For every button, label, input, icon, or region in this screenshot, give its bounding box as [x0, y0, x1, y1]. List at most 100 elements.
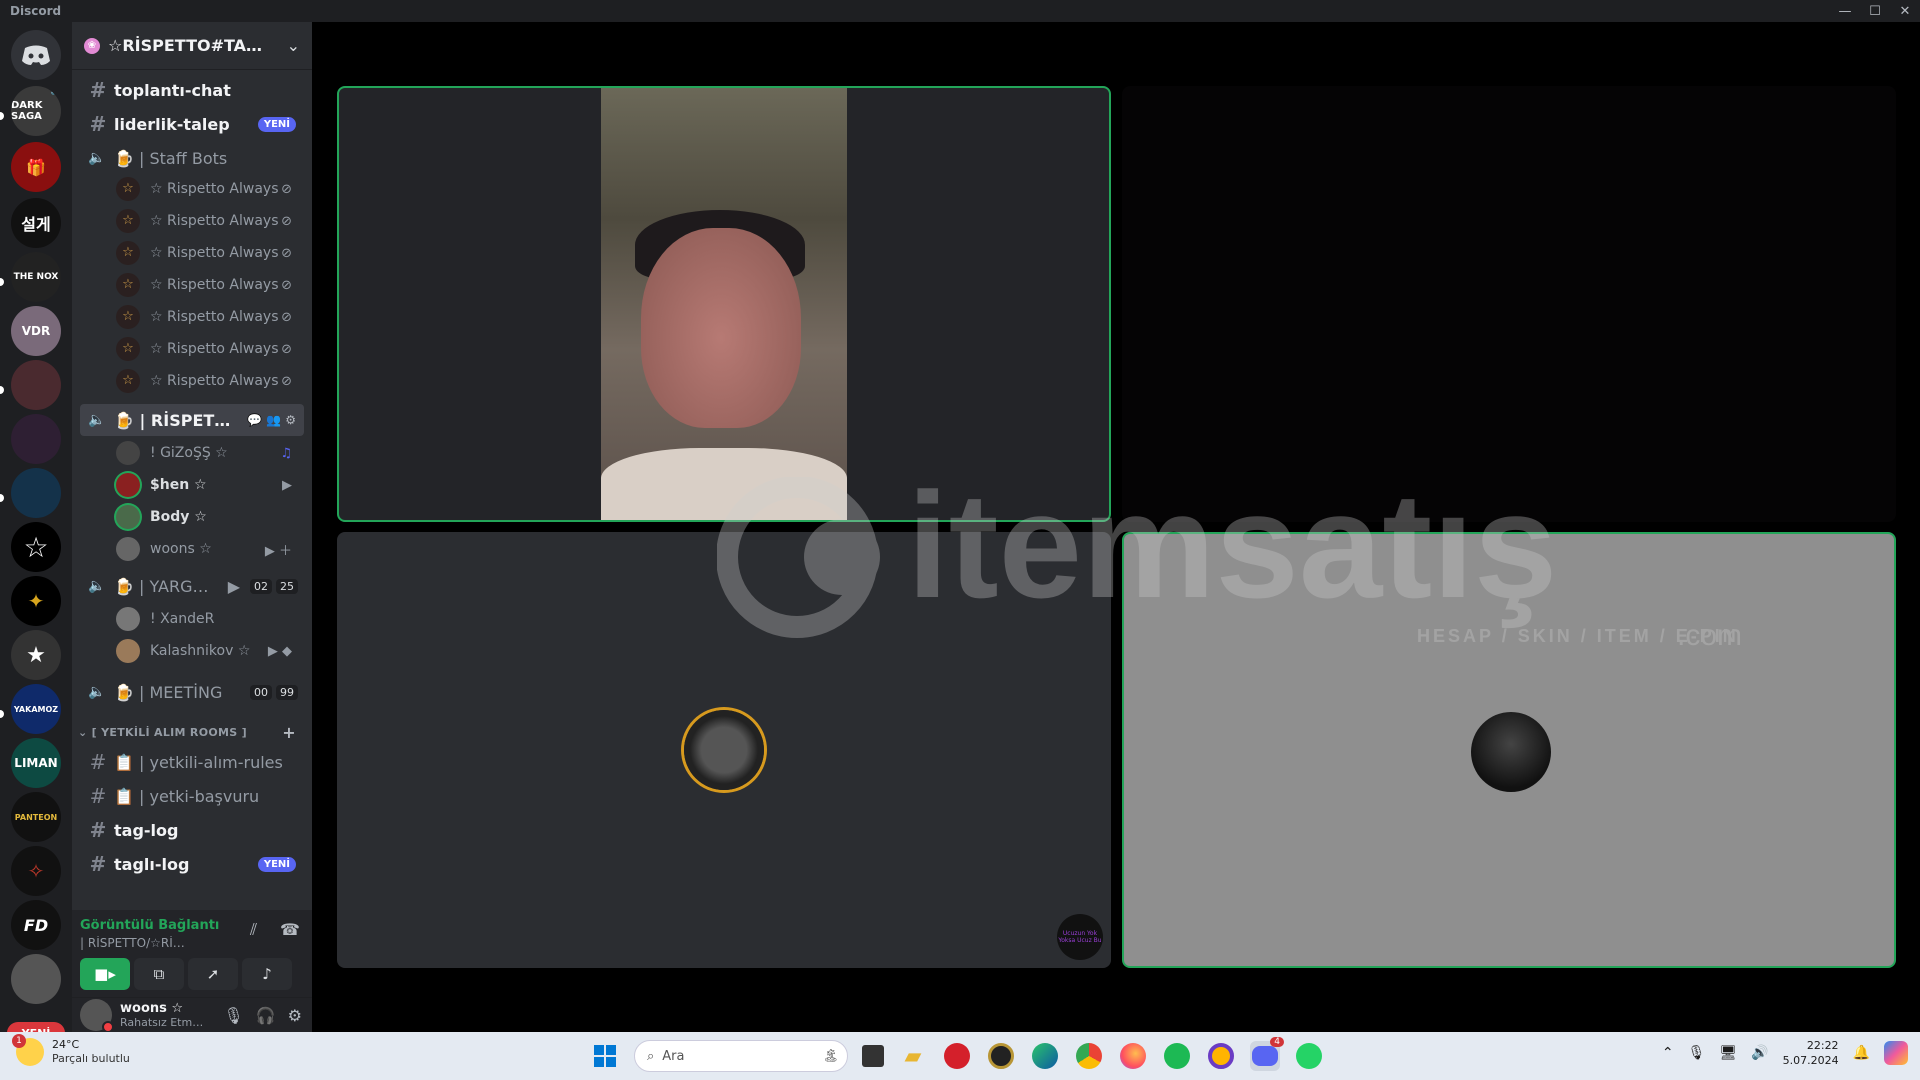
whatsapp-icon[interactable]	[1294, 1041, 1324, 1071]
microphone-icon[interactable]: 🎙	[223, 1006, 243, 1025]
server-header[interactable]: ❀ ☆RİSPETTO#TA… ⌄	[72, 22, 312, 70]
taskbar-search[interactable]: ⌕ Ara 🏝	[634, 1040, 848, 1072]
soundboard-button[interactable]: ♪	[242, 958, 292, 990]
headphones-icon[interactable]: 🎧	[256, 1006, 276, 1025]
start-button[interactable]	[590, 1041, 620, 1071]
voice-user-kalashnikov[interactable]: Kalashnikov ☆ ▶ ◆	[116, 636, 304, 666]
star-avatar-icon: ☆	[116, 369, 140, 393]
channel-liderlik-talep[interactable]: # liderlik-talep YENİ	[80, 108, 304, 140]
user-avatar[interactable]	[80, 999, 114, 1033]
server-icon-panteon[interactable]: PANTEON	[11, 792, 61, 842]
notification-bell-icon[interactable]: 🔔	[1853, 1045, 1870, 1061]
chrome-icon[interactable]	[1074, 1041, 1104, 1071]
voice-user-bot[interactable]: ☆ ☆ Rispetto Always ⊘	[116, 366, 304, 396]
server-icon-the-nox[interactable]: THE NOX	[11, 252, 61, 302]
server-icon-bottom[interactable]	[11, 954, 61, 1004]
server-icon-fd[interactable]: FD	[11, 900, 61, 950]
app-orange-icon[interactable]	[1206, 1041, 1236, 1071]
server-icon-purple[interactable]	[11, 414, 61, 464]
video-tile-camera[interactable]	[337, 86, 1111, 522]
network-icon[interactable]: 🖥	[1719, 1045, 1737, 1061]
server-icon-blue-ring[interactable]	[11, 468, 61, 518]
channel-label: | RİSPET…	[139, 410, 231, 430]
add-channel-icon[interactable]: +	[282, 723, 296, 742]
server-icon-gold[interactable]: ✦	[11, 576, 61, 626]
server-icon-dark-saga[interactable]: DARK SAGA 🔊	[11, 86, 61, 136]
server-icon-gift[interactable]: 🎁	[11, 142, 61, 192]
channel-tag-log[interactable]: # tag-log	[80, 814, 304, 846]
edge-icon[interactable]	[1030, 1041, 1060, 1071]
star-avatar-icon: ☆	[116, 177, 140, 201]
firefox-icon[interactable]	[1118, 1041, 1148, 1071]
channel-action-icons[interactable]: 💬 👥 ⚙	[247, 413, 296, 427]
voice-user-bot[interactable]: ☆ ☆ Rispetto Always ⊘	[116, 270, 304, 300]
voice-status[interactable]: Görüntülü Bağlantı Kı	[80, 918, 220, 933]
server-icon-liman[interactable]: LIMAN	[11, 738, 61, 788]
spotify-icon[interactable]	[1162, 1041, 1192, 1071]
voice-channel-name[interactable]: | RİSPETTO/☆Rİ…	[80, 936, 220, 950]
channel-yetki-basvuru[interactable]: # 📋 | yetki-başvuru	[80, 780, 304, 812]
maximize-button[interactable]: ☐	[1860, 4, 1890, 19]
app-gold-icon[interactable]	[986, 1041, 1016, 1071]
settings-gear-icon[interactable]: ⚙	[288, 1006, 302, 1025]
copilot-icon[interactable]	[1884, 1041, 1908, 1065]
user-label: Kalashnikov ☆	[150, 643, 251, 659]
participant-avatar	[684, 710, 764, 790]
volume-icon[interactable]: 🔊	[1751, 1045, 1768, 1061]
channel-rispetto-voice[interactable]: 🔈 🍺 | RİSPET… 💬 👥 ⚙	[80, 404, 304, 436]
voice-user-bot[interactable]: ☆ ☆ Rispetto Always ⊘	[116, 302, 304, 332]
app-red-icon[interactable]	[942, 1041, 972, 1071]
server-icon-blue[interactable]: YAKAMOZ	[11, 684, 61, 734]
video-tile-avatar-1[interactable]: Ucuzun Yok Yoksa Ucuz Bu	[337, 532, 1111, 968]
voice-user-xander[interactable]: ! XandeR	[116, 604, 304, 634]
voice-user-bot[interactable]: ☆ ☆ Rispetto Always ⊘	[116, 238, 304, 268]
server-icon-seolge[interactable]: 설게	[11, 198, 61, 248]
avatar	[116, 537, 140, 561]
category-yetkili-alim[interactable]: ⌄ [ YETKİLİ ALIM ROOMS ] +	[78, 720, 306, 744]
server-icon-red[interactable]	[11, 360, 61, 410]
channel-label: | yetki-başvuru	[139, 786, 260, 806]
beer-icon: 🍺	[114, 148, 134, 168]
discord-taskbar-icon[interactable]: 4	[1250, 1037, 1284, 1071]
deafened-icon: ⊘	[281, 309, 292, 325]
channel-meeting-voice[interactable]: 🔈 🍺 | MEETİNG 00 99	[80, 676, 304, 708]
channel-label: | yetkili-alım-rules	[139, 752, 283, 772]
channel-yarg-voice[interactable]: 🔈 🍺 | YARG… ▶ 02 25	[80, 570, 304, 602]
activity-button[interactable]: ➚	[188, 958, 238, 990]
voice-user-body[interactable]: Body ☆	[116, 502, 304, 532]
new-badge[interactable]: YENİ	[7, 1022, 65, 1032]
close-button[interactable]: ✕	[1890, 4, 1920, 19]
video-tile-dark[interactable]	[1122, 86, 1896, 522]
voice-user-shen[interactable]: $hen ☆ ▶	[116, 470, 304, 500]
chevron-up-icon[interactable]: ⌃	[1662, 1045, 1674, 1061]
minimize-button[interactable]: —	[1830, 4, 1860, 19]
server-icon-vdr[interactable]: VDR	[11, 306, 61, 356]
server-icon-red-star[interactable]: ✧	[11, 846, 61, 896]
voice-user-woons[interactable]: woons ☆ ▶ ＋	[116, 534, 304, 564]
voice-user-bot[interactable]: ☆ ☆ Rispetto Always ⊘	[116, 334, 304, 364]
file-explorer-icon[interactable]: ▰	[898, 1041, 928, 1071]
server-icon-star[interactable]: ☆	[11, 522, 61, 572]
clock[interactable]: 22:22 5.07.2024	[1783, 1038, 1839, 1068]
star-avatar-icon: ☆	[116, 209, 140, 233]
disconnect-icon[interactable]: ☎	[280, 920, 300, 939]
channel-toplanti-chat[interactable]: # toplantı-chat	[80, 74, 304, 106]
task-view-icon[interactable]	[862, 1045, 884, 1067]
noise-suppression-icon[interactable]: ⫽	[250, 920, 257, 940]
speaker-icon: 🔈	[88, 684, 106, 700]
channel-tagli-log[interactable]: # taglı-log YENİ	[80, 848, 304, 880]
camera-button[interactable]: ■▸	[80, 958, 130, 990]
voice-user-bot[interactable]: ☆ ☆ Rispetto Always ⊘	[116, 206, 304, 236]
server-icon-star-dark[interactable]: ★	[11, 630, 61, 680]
camera-icon: ▶	[227, 576, 240, 596]
microphone-icon[interactable]: 🎙	[1688, 1045, 1706, 1061]
deafened-icon: ⊘	[281, 245, 292, 261]
voice-user-bot[interactable]: ☆ ☆ Rispetto Always ⊘	[116, 174, 304, 204]
discord-home-button[interactable]	[11, 30, 61, 80]
video-tile-avatar-2[interactable]	[1122, 532, 1896, 968]
channel-staff-bots[interactable]: 🔈 🍺 | Staff Bots	[80, 142, 304, 174]
voice-user-gizoss[interactable]: ! GiZoŞŞ ☆ ♫	[116, 438, 304, 468]
channel-yetkili-alim-rules[interactable]: # 📋 | yetkili-alım-rules	[80, 746, 304, 778]
weather-widget[interactable]: 1 24°C Parçalı bulutlu	[12, 1034, 130, 1066]
screen-share-button[interactable]: ⧉	[134, 958, 184, 990]
